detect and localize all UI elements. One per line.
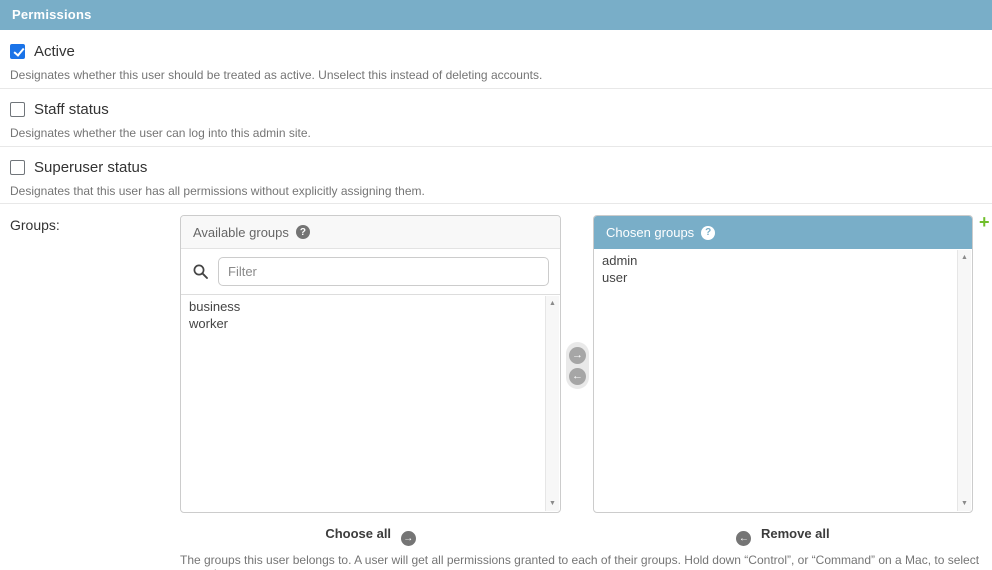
field-superuser-status: Superuser status Designates that this us… xyxy=(10,159,982,198)
remove-all-arrow-icon: ← xyxy=(736,531,751,546)
choose-all-button[interactable]: Choose all → xyxy=(180,526,561,546)
choose-all-arrow-icon: → xyxy=(401,531,416,546)
divider xyxy=(0,203,992,204)
available-groups-header: Available groups ? xyxy=(181,216,560,249)
chosen-groups-list[interactable]: admin user ▲ ▼ xyxy=(594,249,972,512)
permissions-fieldset: Permissions Active Designates whether th… xyxy=(0,0,992,570)
chosen-groups-panel: Chosen groups ? admin user ▲ ▼ xyxy=(593,215,973,513)
help-icon[interactable]: ? xyxy=(701,226,715,240)
list-item[interactable]: user xyxy=(594,269,972,286)
field-active: Active Designates whether this user shou… xyxy=(10,43,982,82)
staff-status-label[interactable]: Staff status xyxy=(34,101,109,118)
groups-field-label: Groups: xyxy=(10,217,60,233)
list-item[interactable]: admin xyxy=(594,252,972,269)
section-title: Permissions xyxy=(0,0,992,30)
scroll-down-icon[interactable]: ▼ xyxy=(546,500,559,507)
staff-status-help-text: Designates whether the user can log into… xyxy=(10,126,982,140)
field-staff-status: Staff status Designates whether the user… xyxy=(10,101,982,140)
divider xyxy=(0,146,992,147)
chosen-groups-header: Chosen groups ? xyxy=(594,216,972,249)
filter-row xyxy=(181,249,560,294)
scroll-down-icon[interactable]: ▼ xyxy=(958,500,971,507)
search-icon xyxy=(192,263,209,280)
add-group-icon[interactable]: + xyxy=(979,213,990,231)
superuser-status-help-text: Designates that this user has all permis… xyxy=(10,184,982,198)
available-groups-list[interactable]: business worker ▲ ▼ xyxy=(181,294,560,512)
available-groups-panel: Available groups ? business worker ▲ ▼ xyxy=(180,215,561,513)
list-item[interactable]: worker xyxy=(181,315,560,332)
superuser-status-label[interactable]: Superuser status xyxy=(34,159,147,176)
remove-all-button[interactable]: ← Remove all xyxy=(593,526,973,546)
available-groups-title: Available groups xyxy=(193,225,289,240)
active-help-text: Designates whether this user should be t… xyxy=(10,68,982,82)
chooser-arrows: → ← xyxy=(566,342,589,389)
superuser-status-checkbox[interactable] xyxy=(10,160,25,175)
active-checkbox[interactable] xyxy=(10,44,25,59)
staff-status-checkbox[interactable] xyxy=(10,102,25,117)
help-icon[interactable]: ? xyxy=(296,225,310,239)
move-right-icon[interactable]: → xyxy=(569,347,586,364)
choose-all-label: Choose all xyxy=(325,526,391,541)
list-item[interactable]: business xyxy=(181,298,560,315)
scroll-up-icon[interactable]: ▲ xyxy=(546,300,559,307)
chosen-groups-title: Chosen groups xyxy=(606,225,694,240)
scroll-up-icon[interactable]: ▲ xyxy=(958,254,971,261)
groups-help-text: The groups this user belongs to. A user … xyxy=(180,553,990,570)
scrollbar[interactable]: ▲ ▼ xyxy=(957,250,971,511)
remove-all-label: Remove all xyxy=(761,526,830,541)
filter-input[interactable] xyxy=(218,257,549,286)
active-label[interactable]: Active xyxy=(34,43,75,60)
move-left-icon[interactable]: ← xyxy=(569,368,586,385)
divider xyxy=(0,88,992,89)
scrollbar[interactable]: ▲ ▼ xyxy=(545,296,559,511)
